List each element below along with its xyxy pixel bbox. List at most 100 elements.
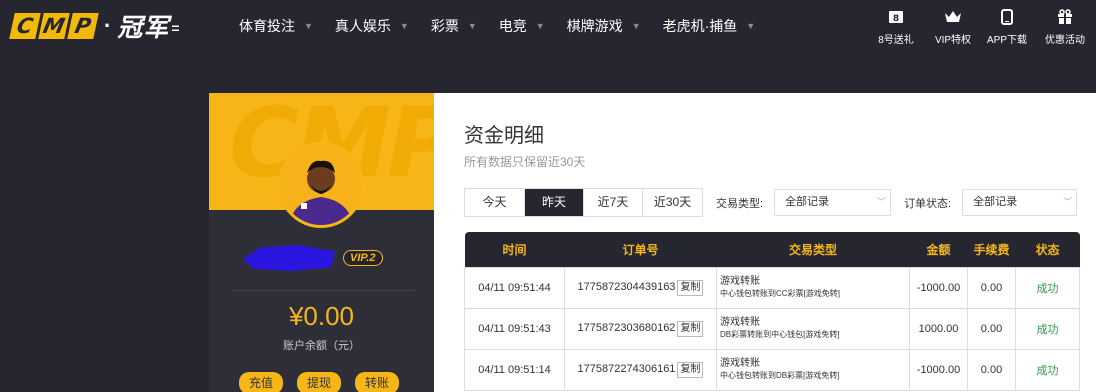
cell-status: 成功 — [1015, 307, 1080, 350]
phone-icon — [996, 6, 1018, 28]
cell-order: 1775872274306161 复制 — [564, 348, 717, 391]
quick-link-label: APP下载 — [986, 35, 1027, 46]
quick-link-vip[interactable]: VIP特权 — [926, 6, 980, 46]
menu-item-sports[interactable]: 体育投注 ▼ — [239, 16, 313, 36]
divider — [233, 290, 414, 291]
logo-name: 冠军 — [117, 14, 170, 42]
order-number: 1775872303680162 — [577, 321, 676, 334]
quick-link-label: 优惠活动 — [1045, 35, 1085, 46]
quick-link-promotions[interactable]: 优惠活动 — [1034, 6, 1096, 46]
column-header-status: 状态 — [1015, 232, 1080, 267]
type-filter-label: 交易类型: — [716, 197, 764, 210]
table-row: 04/11 09:51:43 1775872303680162 复制 游戏转账 DB… — [464, 307, 1080, 350]
type-name: 游戏转账 — [720, 316, 760, 328]
deposit-button[interactable]: 充值 — [239, 372, 283, 392]
cell-amount: 1000.00 — [909, 307, 968, 350]
cell-fee: 0.00 — [967, 348, 1016, 391]
chevron-down-icon: ▼ — [467, 21, 477, 31]
chevron-down-icon: ▼ — [631, 21, 641, 31]
quick-links: 8 8号送礼 VIP特权 APP下载 优惠活动 — [866, 6, 1096, 46]
chevron-down-icon: ▼ — [746, 21, 756, 31]
menu-item-live-casino[interactable]: 真人娱乐 ▼ — [335, 16, 409, 36]
cell-status: 成功 — [1015, 266, 1080, 309]
type-filter-select[interactable]: 全部记录 ﹀ — [774, 189, 892, 216]
copy-button[interactable]: 复制 — [677, 279, 704, 296]
cell-fee: 0.00 — [967, 266, 1016, 309]
cell-order: 1775872304439163 复制 — [564, 266, 717, 309]
menu-item-label: 彩票 — [430, 18, 459, 34]
column-header-time: 时间 — [464, 232, 565, 267]
cell-type: 游戏转账 中心钱包转账到CC彩票[游戏免转] — [716, 266, 910, 309]
brand-logo[interactable]: C M P · 冠军 = — [9, 10, 180, 42]
menu-item-label: 老虎机·捕鱼 — [662, 18, 738, 34]
order-number: 1775872304439163 — [577, 280, 676, 293]
logo-letter: P — [67, 13, 99, 39]
page-title: 资金明细 — [464, 125, 544, 147]
logo-letters: C M P — [9, 13, 99, 39]
logo-separator: · — [104, 13, 112, 38]
transfer-button[interactable]: 转账 — [355, 372, 399, 392]
menu-item-esports[interactable]: 电竞 ▼ — [499, 16, 545, 36]
menu-item-slots-fishing[interactable]: 老虎机·捕鱼 ▼ — [663, 16, 756, 36]
profile-card: CMP VIP.2 ¥0.00 账户余额（元） 充值 提现 转账 — [209, 93, 434, 392]
logo-tail: = — [171, 20, 180, 36]
date-range-tabs: 今天 昨天 近7天 近30天 — [464, 188, 703, 217]
type-detail: 中心钱包转账到CC彩票[游戏免转] — [720, 288, 840, 298]
svg-text:8: 8 — [893, 14, 899, 24]
range-7days-button[interactable]: 近7天 — [584, 189, 643, 216]
chevron-down-icon: ▼ — [399, 21, 409, 31]
range-today-button[interactable]: 今天 — [465, 189, 525, 216]
copy-button[interactable]: 复制 — [677, 320, 704, 337]
avatar[interactable] — [278, 142, 364, 228]
order-number: 1775872274306161 — [577, 362, 676, 375]
table-header: 时间 订单号 交易类型 金额 手续费 状态 — [464, 232, 1080, 267]
status-filter-value: 全部记录 — [973, 196, 1018, 208]
range-yesterday-button[interactable]: 昨天 — [525, 189, 584, 216]
column-header-amount: 金额 — [909, 232, 968, 267]
gift-box-icon: 8 — [885, 6, 907, 28]
filter-bar: 今天 昨天 近7天 近30天 交易类型: 全部记录 ﹀ 订单状态: 全部记录 ﹀ — [464, 188, 1078, 217]
quick-link-app[interactable]: APP下载 — [980, 6, 1034, 46]
menu-item-label: 真人娱乐 — [334, 18, 391, 34]
cell-time: 04/11 09:51:43 — [464, 307, 565, 350]
chevron-down-icon: ﹀ — [877, 197, 887, 207]
quick-link-label: VIP特权 — [934, 35, 972, 46]
balance-label: 账户余额（元） — [283, 340, 360, 352]
type-name: 游戏转账 — [720, 275, 760, 287]
cell-time: 04/11 09:51:44 — [464, 266, 565, 309]
menu-item-card-games[interactable]: 棋牌游戏 ▼ — [567, 16, 641, 36]
chevron-down-icon: ﹀ — [1063, 197, 1073, 207]
table-row: 04/11 09:51:14 1775872274306161 复制 游戏转账 中心… — [464, 348, 1080, 391]
transactions-table: 时间 订单号 交易类型 金额 手续费 状态 04/11 09:51:44 177… — [464, 232, 1080, 391]
cell-amount: -1000.00 — [909, 266, 968, 309]
user-row: VIP.2 — [243, 245, 383, 271]
status-filter-select[interactable]: 全部记录 ﹀ — [962, 189, 1078, 216]
table-row: 04/11 09:51:44 1775872304439163 复制 游戏转账 中心… — [464, 266, 1080, 309]
withdraw-button[interactable]: 提现 — [297, 372, 341, 392]
copy-button[interactable]: 复制 — [677, 361, 704, 378]
chevron-down-icon: ▼ — [304, 21, 313, 31]
cell-type: 游戏转账 中心钱包转账到DB彩票[游戏免转] — [716, 348, 910, 391]
crown-icon — [942, 6, 964, 28]
column-header-fee: 手续费 — [967, 232, 1016, 267]
cell-amount: -1000.00 — [909, 348, 968, 391]
column-header-type: 交易类型 — [716, 232, 910, 267]
cell-type: 游戏转账 DB彩票转账到中心钱包[游戏免转] — [716, 307, 910, 350]
chevron-down-icon: ▼ — [535, 21, 545, 31]
menu-item-label: 体育投注 — [239, 18, 295, 34]
column-header-order: 订单号 — [564, 232, 717, 267]
cell-status: 成功 — [1015, 348, 1080, 391]
balance-amount: ¥0.00 — [288, 301, 355, 331]
logo-letter: C — [9, 13, 41, 39]
menu-item-label: 棋牌游戏 — [566, 18, 623, 34]
quick-link-gift[interactable]: 8 8号送礼 — [866, 6, 926, 46]
main-menu: 体育投注 ▼ 真人娱乐 ▼ 彩票 ▼ 电竞 ▼ 棋牌游戏 ▼ 老虎机·捕鱼 ▼ — [239, 0, 777, 52]
type-detail: 中心钱包转账到DB彩票[游戏免转] — [720, 370, 840, 380]
status-filter-label: 订单状态: — [904, 197, 952, 210]
menu-item-lottery[interactable]: 彩票 ▼ — [431, 16, 477, 36]
vip-badge[interactable]: VIP.2 — [343, 250, 383, 266]
username-redacted — [243, 245, 335, 271]
main-panel: 资金明细 所有数据只保留近30天 今天 昨天 近7天 近30天 交易类型: 全部… — [434, 93, 1096, 392]
menu-item-label: 电竞 — [498, 18, 527, 34]
range-30days-button[interactable]: 近30天 — [643, 189, 702, 216]
